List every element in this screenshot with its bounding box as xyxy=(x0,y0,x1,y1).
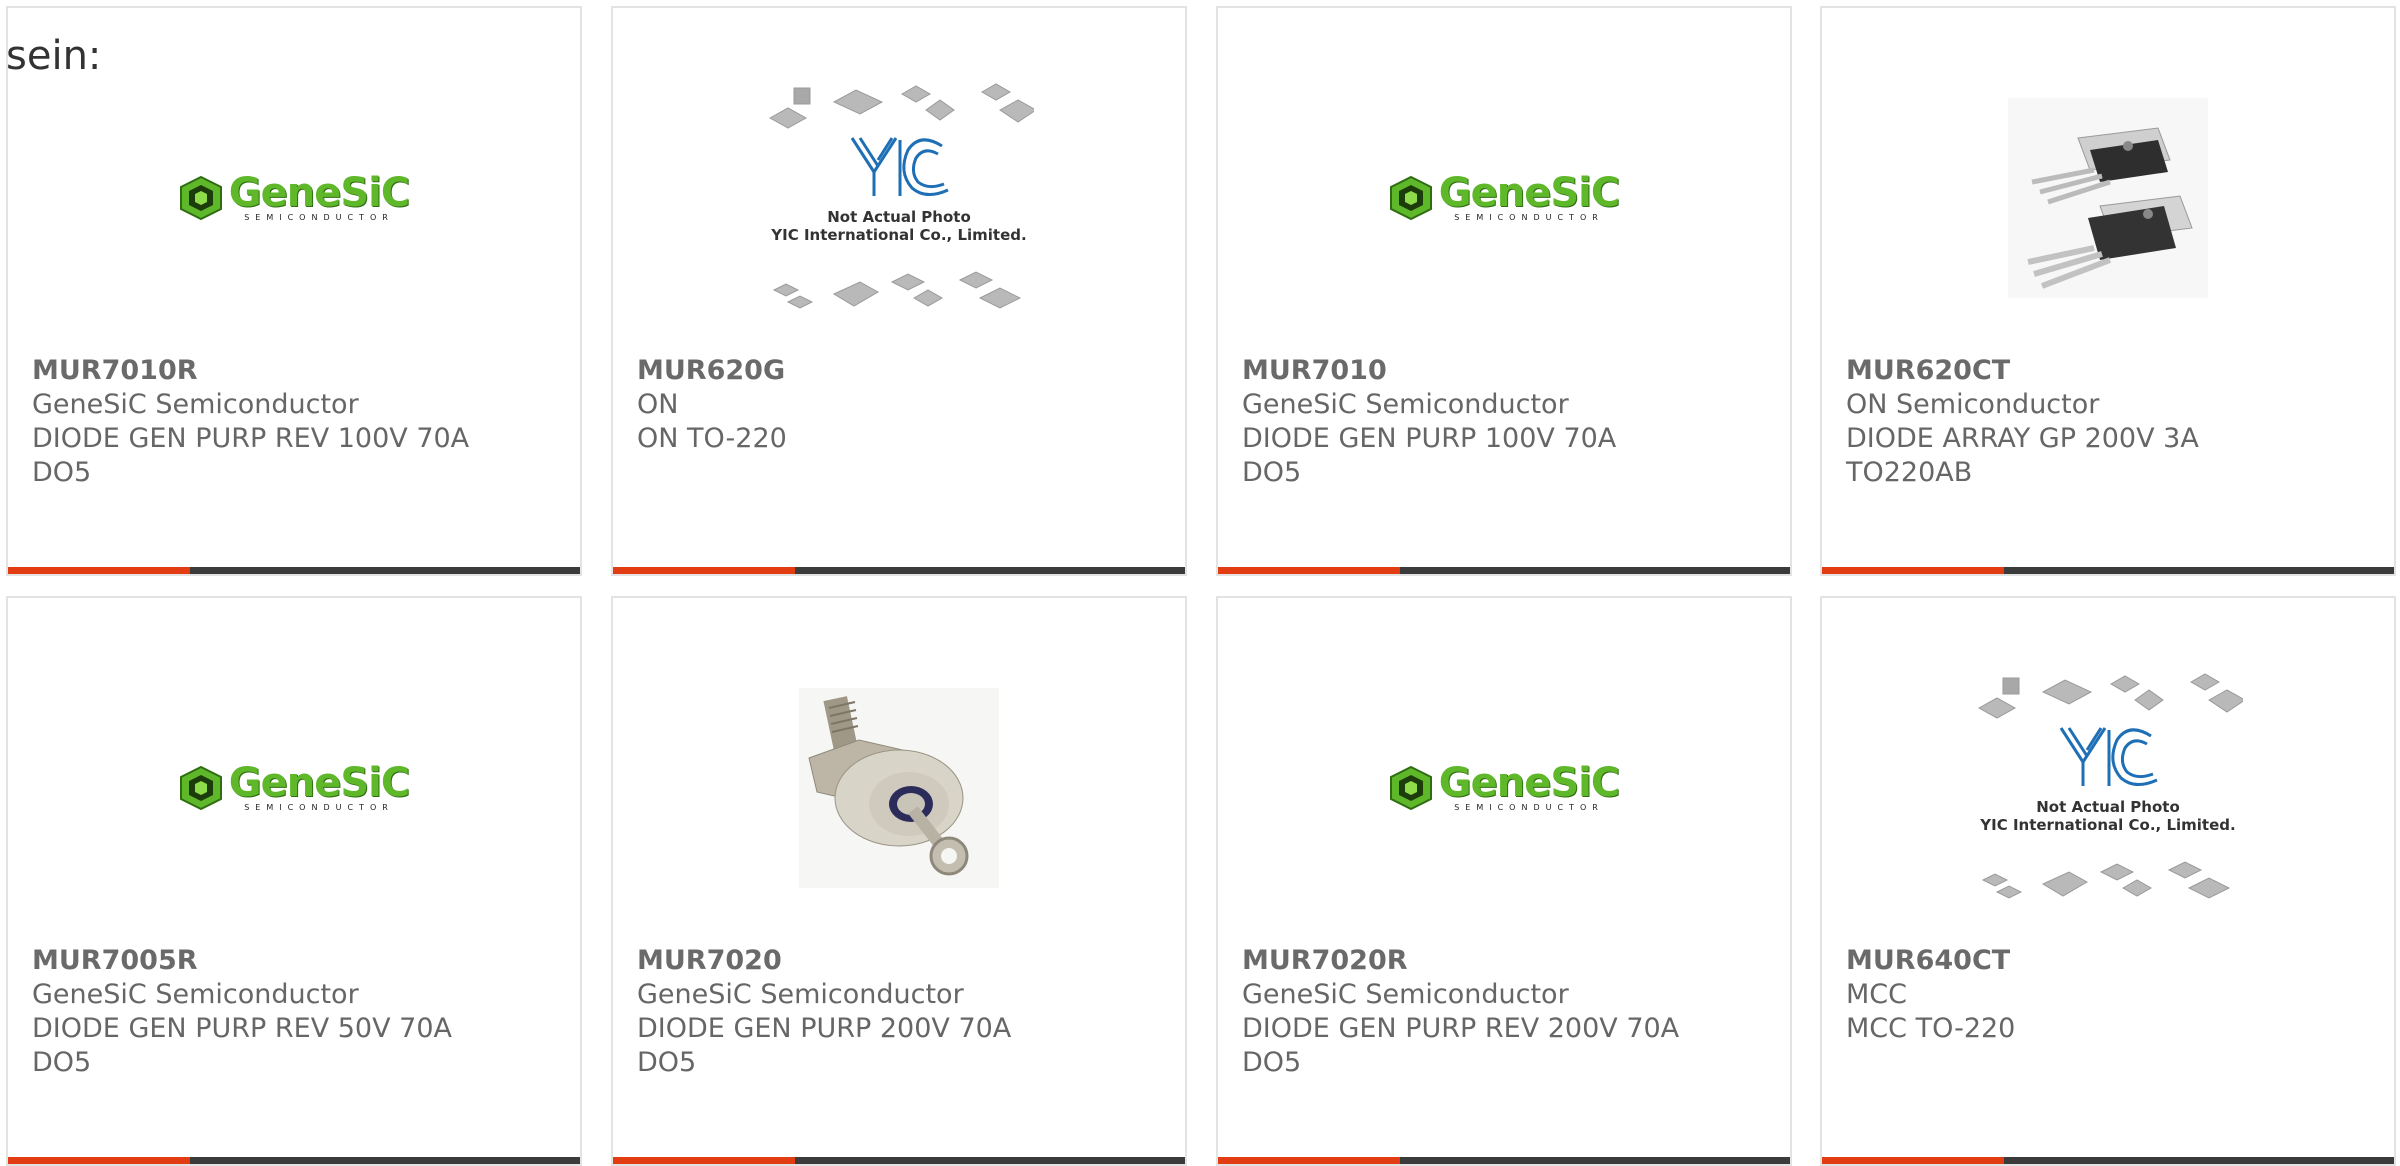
section-heading: sein: xyxy=(6,33,102,79)
manufacturer: ON xyxy=(637,389,679,420)
description: DIODE GEN PURP REV 200V 70A DO5 xyxy=(1242,1013,1680,1078)
description: DIODE GEN PURP REV 50V 70A DO5 xyxy=(32,1013,452,1078)
product-image[interactable] xyxy=(613,638,1185,938)
card-bottom-bar xyxy=(1822,567,2394,574)
product-card[interactable]: MUR7020 GeneSiC Semiconductor DIODE GEN … xyxy=(611,596,1187,1166)
genesic-logo: GeneSiC SEMICONDUCTOR xyxy=(1389,760,1620,813)
product-card[interactable]: GeneSiC SEMICONDUCTOR MUR7010R GeneSiC Se… xyxy=(6,6,582,576)
to220-transistor-photo xyxy=(2008,98,2208,298)
product-image[interactable]: GeneSiC SEMICONDUCTOR xyxy=(8,638,580,938)
product-card[interactable]: MUR620CT ON Semiconductor DIODE ARRAY GP… xyxy=(1820,6,2396,576)
genesic-logo-sub: SEMICONDUCTOR xyxy=(1454,213,1604,222)
product-card[interactable]: GeneSiC SEMICONDUCTOR MUR7020R GeneSiC Se… xyxy=(1216,596,1792,1166)
product-image[interactable]: GeneSiC SEMICONDUCTOR xyxy=(8,48,580,348)
yic-caption-line1: Not Actual Photo xyxy=(2036,798,2180,816)
product-image[interactable]: Not Actual Photo YIC International Co., L… xyxy=(1822,638,2394,938)
yic-caption-line1: Not Actual Photo xyxy=(827,208,971,226)
genesic-logo-sub: SEMICONDUCTOR xyxy=(1454,803,1604,812)
genesic-logo-sub: SEMICONDUCTOR xyxy=(244,213,394,222)
genesic-logo-word: GeneSiC xyxy=(228,170,410,216)
yic-placeholder-image: Not Actual Photo YIC International Co., L… xyxy=(1973,670,2243,906)
manufacturer: GeneSiC Semiconductor xyxy=(1242,979,1569,1010)
manufacturer: MCC xyxy=(1846,979,1908,1010)
part-number[interactable]: MUR620G xyxy=(637,354,1077,388)
part-number[interactable]: MUR7005R xyxy=(32,944,472,978)
stud-diode-photo xyxy=(799,688,999,888)
genesic-logo-word: GeneSiC xyxy=(228,760,410,806)
part-number[interactable]: MUR640CT xyxy=(1846,944,2286,978)
card-bottom-bar xyxy=(1218,567,1790,574)
manufacturer: GeneSiC Semiconductor xyxy=(32,979,359,1010)
product-image[interactable]: GeneSiC SEMICONDUCTOR xyxy=(1218,638,1790,938)
description: DIODE GEN PURP 100V 70A DO5 xyxy=(1242,423,1617,488)
genesic-logo: GeneSiC SEMICONDUCTOR xyxy=(179,760,410,813)
part-number[interactable]: MUR7020 xyxy=(637,944,1077,978)
genesic-logo: GeneSiC SEMICONDUCTOR xyxy=(179,170,410,223)
description: DIODE GEN PURP 200V 70A DO5 xyxy=(637,1013,1012,1078)
description: ON TO-220 xyxy=(637,423,787,454)
yic-caption-line2: YIC International Co., Limited. xyxy=(771,226,1027,244)
manufacturer: GeneSiC Semiconductor xyxy=(1242,389,1569,420)
product-card[interactable]: Not Actual Photo YIC International Co., L… xyxy=(611,6,1187,576)
card-bottom-bar xyxy=(8,567,580,574)
part-number[interactable]: MUR7020R xyxy=(1242,944,1682,978)
description: DIODE ARRAY GP 200V 3A TO220AB xyxy=(1846,423,2199,488)
manufacturer: GeneSiC Semiconductor xyxy=(637,979,964,1010)
manufacturer: GeneSiC Semiconductor xyxy=(32,389,359,420)
part-number[interactable]: MUR620CT xyxy=(1846,354,2286,388)
description: DIODE GEN PURP REV 100V 70A DO5 xyxy=(32,423,470,488)
product-image[interactable] xyxy=(1822,48,2394,348)
product-card[interactable]: GeneSiC SEMICONDUCTOR MUR7010 GeneSiC Sem… xyxy=(1216,6,1792,576)
product-card[interactable]: GeneSiC SEMICONDUCTOR MUR7005R GeneSiC Se… xyxy=(6,596,582,1166)
genesic-logo-word: GeneSiC xyxy=(1438,760,1620,806)
yic-placeholder-image: Not Actual Photo YIC International Co., L… xyxy=(764,80,1034,316)
manufacturer: ON Semiconductor xyxy=(1846,389,2100,420)
description: MCC TO-220 xyxy=(1846,1013,2016,1044)
genesic-logo-word: GeneSiC xyxy=(1438,170,1620,216)
part-number[interactable]: MUR7010R xyxy=(32,354,472,388)
part-number[interactable]: MUR7010 xyxy=(1242,354,1682,388)
product-image[interactable]: GeneSiC SEMICONDUCTOR xyxy=(1218,48,1790,348)
genesic-logo-sub: SEMICONDUCTOR xyxy=(244,803,394,812)
product-card[interactable]: Not Actual Photo YIC International Co., L… xyxy=(1820,596,2396,1166)
card-bottom-bar xyxy=(613,567,1185,574)
product-image[interactable]: Not Actual Photo YIC International Co., L… xyxy=(613,48,1185,348)
yic-caption-line2: YIC International Co., Limited. xyxy=(1980,816,2236,834)
genesic-logo: GeneSiC SEMICONDUCTOR xyxy=(1389,170,1620,223)
